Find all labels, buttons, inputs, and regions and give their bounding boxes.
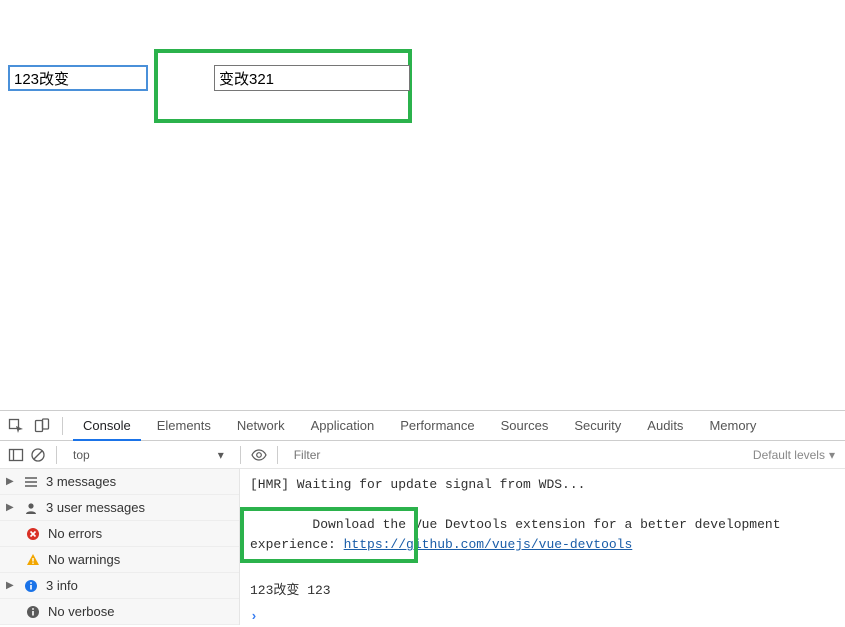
chevron-right-icon: ▶: [6, 476, 16, 487]
divider: [56, 446, 57, 464]
clear-console-icon[interactable]: [30, 447, 46, 463]
sidebar-item-info[interactable]: ▶ 3 info: [0, 573, 239, 599]
warning-icon: [26, 553, 40, 567]
divider: [240, 446, 241, 464]
tab-audits[interactable]: Audits: [637, 411, 693, 441]
input-a[interactable]: [8, 65, 148, 91]
levels-label: Default levels: [753, 448, 825, 462]
chevron-right-icon: ▶: [6, 502, 16, 513]
tab-network[interactable]: Network: [227, 411, 295, 441]
sidebar-item-label: No verbose: [48, 604, 114, 619]
sidebar-item-label: 3 info: [46, 578, 78, 593]
sidebar-item-label: No warnings: [48, 552, 120, 567]
sidebar-item-warnings[interactable]: No warnings: [0, 547, 239, 573]
log-levels-selector[interactable]: Default levels ▾: [753, 448, 845, 462]
highlight-box-top: [154, 49, 412, 123]
chevron-right-icon: ▶: [6, 580, 16, 591]
context-label: top: [73, 448, 90, 462]
tab-application[interactable]: Application: [301, 411, 385, 441]
console-prompt[interactable]: ›: [250, 607, 835, 627]
devtools-panel: Console Elements Network Application Per…: [0, 410, 845, 625]
sidebar-item-label: 3 messages: [46, 474, 116, 489]
input-b[interactable]: [214, 65, 410, 91]
console-sidebar: ▶ 3 messages ▶ 3 user messages No errors…: [0, 469, 240, 625]
error-icon: [26, 527, 40, 541]
console-log-line: Download the Vue Devtools extension for …: [250, 495, 835, 575]
console-toolbar: top ▾ Default levels ▾: [0, 441, 845, 469]
context-selector[interactable]: top ▾: [67, 448, 230, 462]
console-log-line: 123改变 123: [250, 581, 835, 601]
console-output: [HMR] Waiting for update signal from WDS…: [240, 469, 845, 625]
eye-icon[interactable]: [251, 447, 267, 463]
tab-sources[interactable]: Sources: [491, 411, 559, 441]
console-link[interactable]: https://github.com/vuejs/vue-devtools: [344, 537, 633, 552]
console-log-line: [HMR] Waiting for update signal from WDS…: [250, 475, 835, 495]
chevron-down-icon: ▾: [218, 448, 224, 462]
sidebar-item-user-messages[interactable]: ▶ 3 user messages: [0, 495, 239, 521]
toggle-sidebar-icon[interactable]: [8, 447, 24, 463]
tab-console[interactable]: Console: [73, 411, 141, 441]
sidebar-item-verbose[interactable]: No verbose: [0, 599, 239, 625]
divider: [277, 446, 278, 464]
sidebar-item-label: No errors: [48, 526, 102, 541]
user-icon: [24, 501, 38, 515]
filter-input[interactable]: [288, 444, 747, 466]
chevron-down-icon: ▾: [829, 448, 835, 462]
devtools-body: ▶ 3 messages ▶ 3 user messages No errors…: [0, 469, 845, 625]
divider: [62, 417, 63, 435]
tab-performance[interactable]: Performance: [390, 411, 484, 441]
toggle-device-icon[interactable]: [32, 416, 52, 436]
prompt-caret-icon: ›: [250, 609, 262, 624]
verbose-icon: [26, 605, 40, 619]
sidebar-item-errors[interactable]: No errors: [0, 521, 239, 547]
inputs-row: [8, 65, 837, 139]
sidebar-item-label: 3 user messages: [46, 500, 145, 515]
devtools-tabs-bar: Console Elements Network Application Per…: [0, 411, 845, 441]
tab-elements[interactable]: Elements: [147, 411, 221, 441]
info-icon: [24, 579, 38, 593]
messages-icon: [24, 475, 38, 489]
page-viewport: [0, 0, 845, 410]
sidebar-item-messages[interactable]: ▶ 3 messages: [0, 469, 239, 495]
tab-memory[interactable]: Memory: [699, 411, 766, 441]
inspect-element-icon[interactable]: [6, 416, 26, 436]
tab-security[interactable]: Security: [564, 411, 631, 441]
